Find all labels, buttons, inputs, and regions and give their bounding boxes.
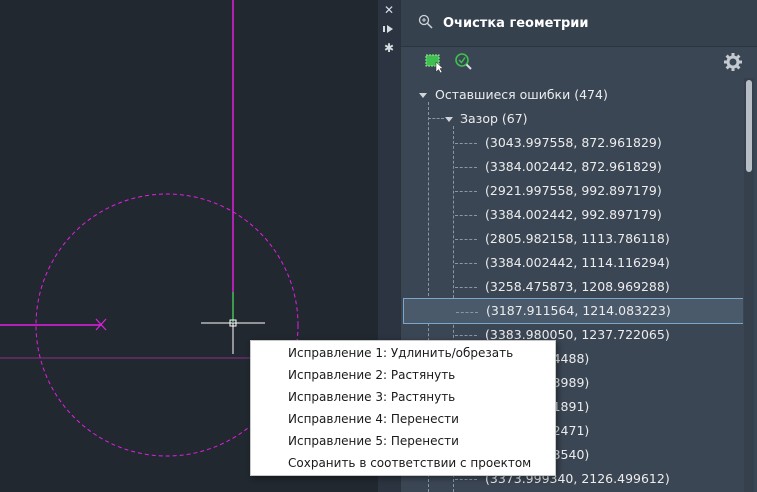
chevron-down-icon[interactable] (419, 93, 427, 98)
settings-button[interactable] (721, 50, 745, 74)
tree-item[interactable]: (3258.475873, 1208.969288) (403, 276, 743, 298)
tree-item[interactable]: (2921.997558, 992.897179) (403, 180, 743, 202)
tree-item[interactable]: (2805.982158, 1113.786118) (403, 228, 743, 250)
select-objects-icon (425, 54, 444, 74)
tree-item-label: (2921.997558, 992.897179) (485, 183, 662, 198)
tree-item-label: (3043.997558, 872.961829) (485, 135, 662, 150)
pin-icon[interactable] (382, 22, 396, 36)
panel-header: Очистка геометрии (401, 0, 757, 47)
scrollbar-thumb[interactable] (746, 80, 752, 172)
select-objects-button[interactable] (423, 50, 447, 74)
menu-item-fix-2[interactable]: Исправление 2: Растянуть (251, 364, 555, 386)
close-icon[interactable]: ✕ (382, 3, 396, 17)
gear-icon (724, 53, 742, 71)
tree-item[interactable]: (3384.002442, 872.961829) (403, 156, 743, 178)
search-zoom-icon (418, 14, 433, 29)
panel-title: Очистка геометрии (443, 16, 589, 31)
tree-node-label: Оставшиеся ошибки (474) (435, 87, 608, 102)
chevron-down-icon[interactable] (445, 117, 453, 122)
tree-item[interactable]: (3384.002442, 1114.116294) (403, 252, 743, 274)
tree-node-gap[interactable]: Зазор (67) (441, 108, 528, 130)
tree-item[interactable]: (3384.002442, 992.897179) (403, 204, 743, 226)
menu-item-fix-4[interactable]: Исправление 4: Перенести (251, 408, 555, 430)
tree-item-label: (3258.475873, 1208.969288) (485, 279, 670, 294)
zoom-to-error-icon (455, 53, 472, 70)
menu-item-fix-5[interactable]: Исправление 5: Перенести (251, 430, 555, 452)
tree-scrollbar[interactable] (744, 78, 754, 492)
menu-item-keep-as-designed[interactable]: Сохранить в соответствии с проектом (251, 452, 555, 474)
tree-item-label: (2805.982158, 1113.786118) (485, 231, 670, 246)
tree-item[interactable]: (3043.997558, 872.961829) (403, 132, 743, 154)
tree-item-label: (3384.002442, 872.961829) (485, 159, 662, 174)
tree-node-remaining-errors[interactable]: Оставшиеся ошибки (474) (415, 84, 608, 106)
gear-icon[interactable]: ✱ (382, 41, 396, 55)
context-menu: Исправление 1: Удлинить/обрезать Исправл… (250, 340, 556, 476)
menu-item-fix-3[interactable]: Исправление 3: Растянуть (251, 386, 555, 408)
panel-toolbar (401, 47, 757, 77)
menu-item-fix-1[interactable]: Исправление 1: Удлинить/обрезать (251, 342, 555, 364)
zoom-to-error-button[interactable] (451, 50, 475, 74)
tree-node-label: Зазор (67) (460, 111, 528, 126)
tree-item-label: (3384.002442, 992.897179) (485, 207, 662, 222)
tree-item-label: (3384.002442, 1114.116294) (485, 255, 670, 270)
